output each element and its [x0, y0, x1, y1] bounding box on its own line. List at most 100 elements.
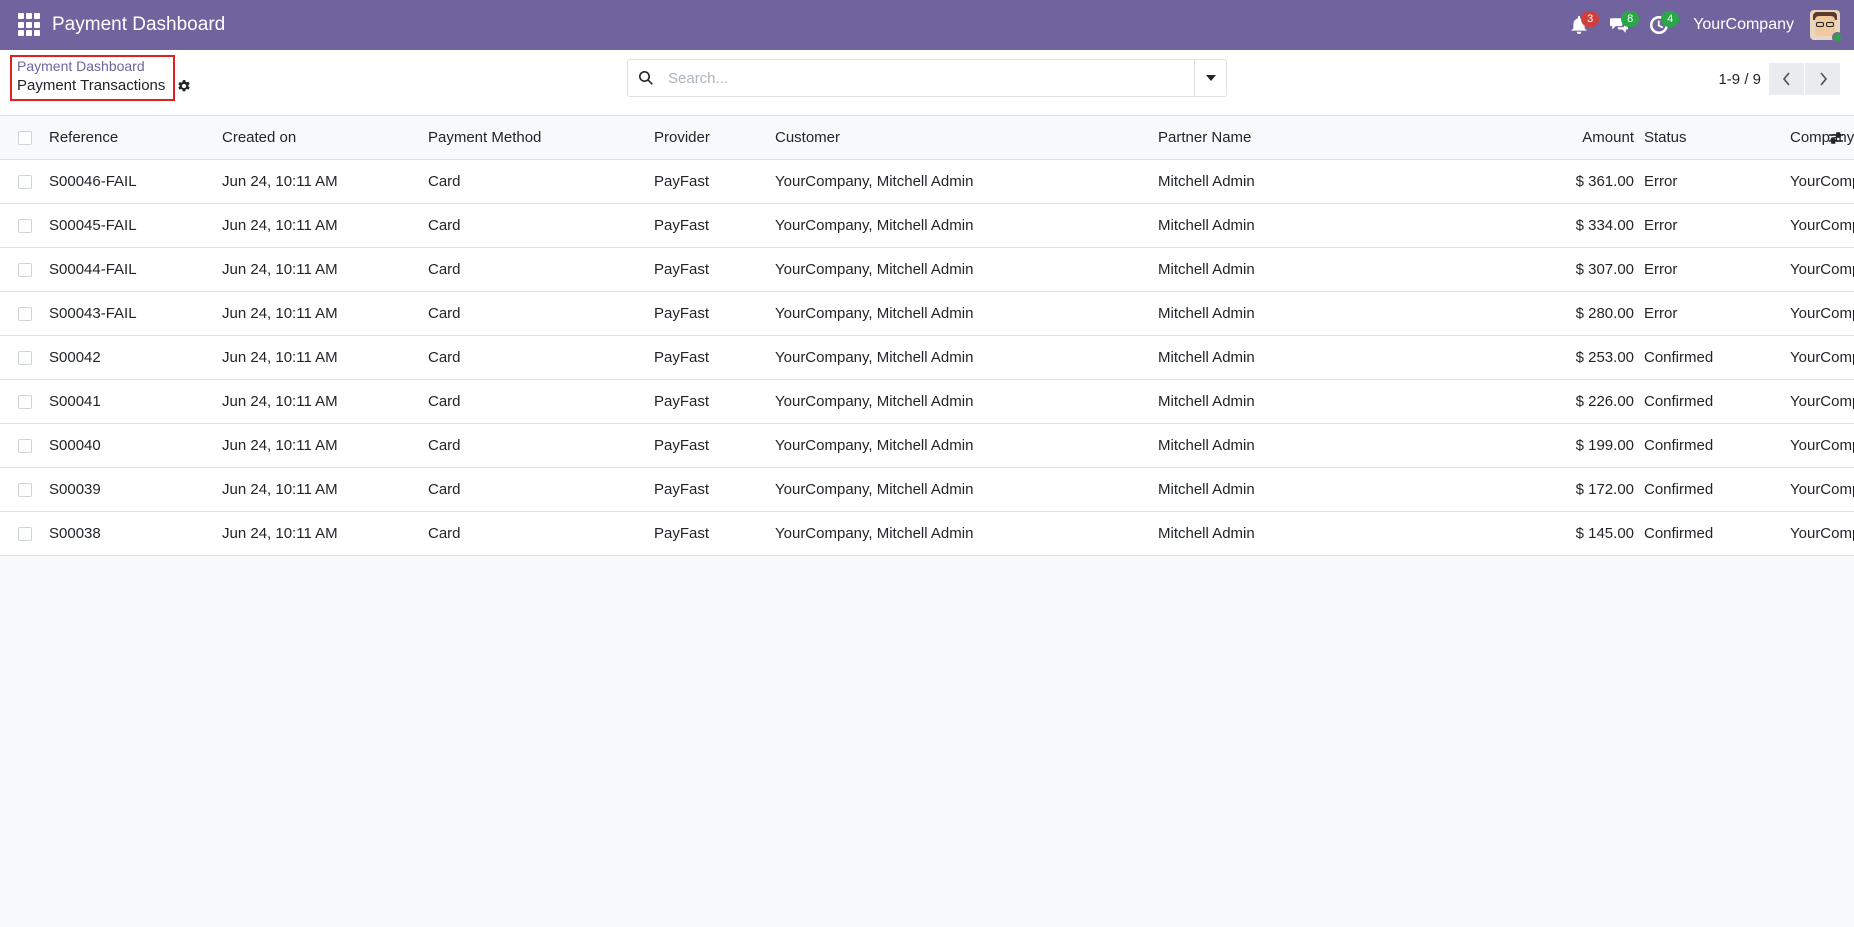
cell-created-on[interactable]: Jun 24, 10:11 AM [222, 467, 428, 512]
table-row[interactable]: S00042 Jun 24, 10:11 AM Card PayFast You… [0, 335, 1854, 380]
cell-provider[interactable]: PayFast [654, 423, 775, 468]
cell-reference[interactable]: S00046-FAIL [49, 159, 222, 204]
cell-payment-method[interactable]: Card [428, 511, 654, 556]
cell-payment-method[interactable]: Card [428, 247, 654, 292]
cell-reference[interactable]: S00043-FAIL [49, 291, 222, 336]
cell-customer[interactable]: YourCompany, Mitchell Admin [775, 159, 1158, 204]
cell-payment-method[interactable]: Card [428, 467, 654, 512]
cell-amount[interactable]: $ 280.00 [1344, 291, 1644, 336]
cell-reference[interactable]: S00045-FAIL [49, 203, 222, 248]
column-header-status[interactable]: Status [1644, 116, 1790, 160]
cell-company[interactable]: YourCompany [1790, 379, 1854, 424]
cell-provider[interactable]: PayFast [654, 467, 775, 512]
pager-value[interactable]: 1-9 / 9 [1718, 71, 1761, 88]
activities-clock-button[interactable]: 4 [1639, 0, 1680, 50]
optional-columns-sliders-icon[interactable] [1828, 130, 1844, 146]
cell-partner-name[interactable]: Mitchell Admin [1158, 159, 1344, 204]
cell-customer[interactable]: YourCompany, Mitchell Admin [775, 247, 1158, 292]
cell-partner-name[interactable]: Mitchell Admin [1158, 467, 1344, 512]
user-avatar[interactable] [1810, 10, 1843, 43]
cell-status[interactable]: Confirmed [1644, 467, 1790, 512]
cell-created-on[interactable]: Jun 24, 10:11 AM [222, 291, 428, 336]
row-checkbox[interactable] [18, 482, 32, 497]
cell-customer[interactable]: YourCompany, Mitchell Admin [775, 423, 1158, 468]
apps-menu-icon[interactable] [18, 13, 42, 37]
column-header-payment-method[interactable]: Payment Method [428, 116, 654, 160]
row-checkbox[interactable] [18, 218, 32, 233]
cell-amount[interactable]: $ 172.00 [1344, 467, 1644, 512]
company-switcher[interactable]: YourCompany [1693, 16, 1794, 34]
row-checkbox[interactable] [18, 306, 32, 321]
table-row[interactable]: S00040 Jun 24, 10:11 AM Card PayFast You… [0, 423, 1854, 468]
cell-status[interactable]: Error [1644, 247, 1790, 292]
cell-partner-name[interactable]: Mitchell Admin [1158, 247, 1344, 292]
select-all-checkbox[interactable] [18, 130, 32, 145]
cell-payment-method[interactable]: Card [428, 291, 654, 336]
column-header-customer[interactable]: Customer [775, 116, 1158, 160]
cell-provider[interactable]: PayFast [654, 511, 775, 556]
cell-partner-name[interactable]: Mitchell Admin [1158, 379, 1344, 424]
cell-created-on[interactable]: Jun 24, 10:11 AM [222, 247, 428, 292]
cell-company[interactable]: YourCompany [1790, 335, 1854, 380]
cell-amount[interactable]: $ 145.00 [1344, 511, 1644, 556]
table-row[interactable]: S00039 Jun 24, 10:11 AM Card PayFast You… [0, 467, 1854, 512]
row-checkbox[interactable] [18, 394, 32, 409]
row-checkbox[interactable] [18, 526, 32, 541]
column-header-company[interactable]: Company [1790, 116, 1854, 160]
cell-company[interactable]: YourCompany [1790, 247, 1854, 292]
cell-amount[interactable]: $ 199.00 [1344, 423, 1644, 468]
row-checkbox[interactable] [18, 174, 32, 189]
cell-provider[interactable]: PayFast [654, 379, 775, 424]
cell-created-on[interactable]: Jun 24, 10:11 AM [222, 511, 428, 556]
pager-next-button[interactable] [1805, 63, 1840, 95]
cell-customer[interactable]: YourCompany, Mitchell Admin [775, 379, 1158, 424]
cell-provider[interactable]: PayFast [654, 159, 775, 204]
cell-payment-method[interactable]: Card [428, 335, 654, 380]
column-header-amount[interactable]: Amount [1344, 116, 1644, 160]
breadcrumb-parent-link[interactable]: Payment Dashboard [17, 58, 145, 74]
cell-provider[interactable]: PayFast [654, 203, 775, 248]
cell-provider[interactable]: PayFast [654, 335, 775, 380]
table-row[interactable]: S00046-FAIL Jun 24, 10:11 AM Card PayFas… [0, 159, 1854, 204]
table-row[interactable]: S00044-FAIL Jun 24, 10:11 AM Card PayFas… [0, 247, 1854, 292]
search-icon[interactable] [628, 60, 664, 96]
table-row[interactable]: S00038 Jun 24, 10:11 AM Card PayFast You… [0, 511, 1854, 556]
cell-partner-name[interactable]: Mitchell Admin [1158, 203, 1344, 248]
cell-partner-name[interactable]: Mitchell Admin [1158, 511, 1344, 556]
table-row[interactable]: S00043-FAIL Jun 24, 10:11 AM Card PayFas… [0, 291, 1854, 336]
cell-company[interactable]: YourCompany [1790, 203, 1854, 248]
cell-provider[interactable]: PayFast [654, 291, 775, 336]
cell-reference[interactable]: S00042 [49, 335, 222, 380]
cell-customer[interactable]: YourCompany, Mitchell Admin [775, 203, 1158, 248]
app-title[interactable]: Payment Dashboard [52, 14, 225, 36]
column-header-partner-name[interactable]: Partner Name [1158, 116, 1344, 160]
cell-payment-method[interactable]: Card [428, 159, 654, 204]
search-options-toggle[interactable] [1194, 60, 1226, 96]
cell-company[interactable]: YourCompany [1790, 467, 1854, 512]
cell-amount[interactable]: $ 226.00 [1344, 379, 1644, 424]
cell-partner-name[interactable]: Mitchell Admin [1158, 291, 1344, 336]
cell-company[interactable]: YourCompany [1790, 423, 1854, 468]
cell-reference[interactable]: S00038 [49, 511, 222, 556]
cell-payment-method[interactable]: Card [428, 203, 654, 248]
column-header-created-on[interactable]: Created on [222, 116, 428, 160]
messages-button[interactable]: 8 [1599, 0, 1640, 50]
cell-reference[interactable]: S00040 [49, 423, 222, 468]
cell-status[interactable]: Confirmed [1644, 423, 1790, 468]
cell-company[interactable]: YourCompany [1790, 291, 1854, 336]
cell-amount[interactable]: $ 361.00 [1344, 159, 1644, 204]
cell-amount[interactable]: $ 307.00 [1344, 247, 1644, 292]
cell-reference[interactable]: S00039 [49, 467, 222, 512]
cell-payment-method[interactable]: Card [428, 379, 654, 424]
cell-payment-method[interactable]: Card [428, 423, 654, 468]
cell-created-on[interactable]: Jun 24, 10:11 AM [222, 159, 428, 204]
cell-company[interactable]: YourCompany [1790, 511, 1854, 556]
search-input[interactable] [664, 60, 1194, 96]
column-header-reference[interactable]: Reference [49, 116, 222, 160]
cell-reference[interactable]: S00044-FAIL [49, 247, 222, 292]
row-checkbox[interactable] [18, 438, 32, 453]
cell-created-on[interactable]: Jun 24, 10:11 AM [222, 203, 428, 248]
cell-provider[interactable]: PayFast [654, 247, 775, 292]
cell-amount[interactable]: $ 334.00 [1344, 203, 1644, 248]
cell-status[interactable]: Confirmed [1644, 511, 1790, 556]
